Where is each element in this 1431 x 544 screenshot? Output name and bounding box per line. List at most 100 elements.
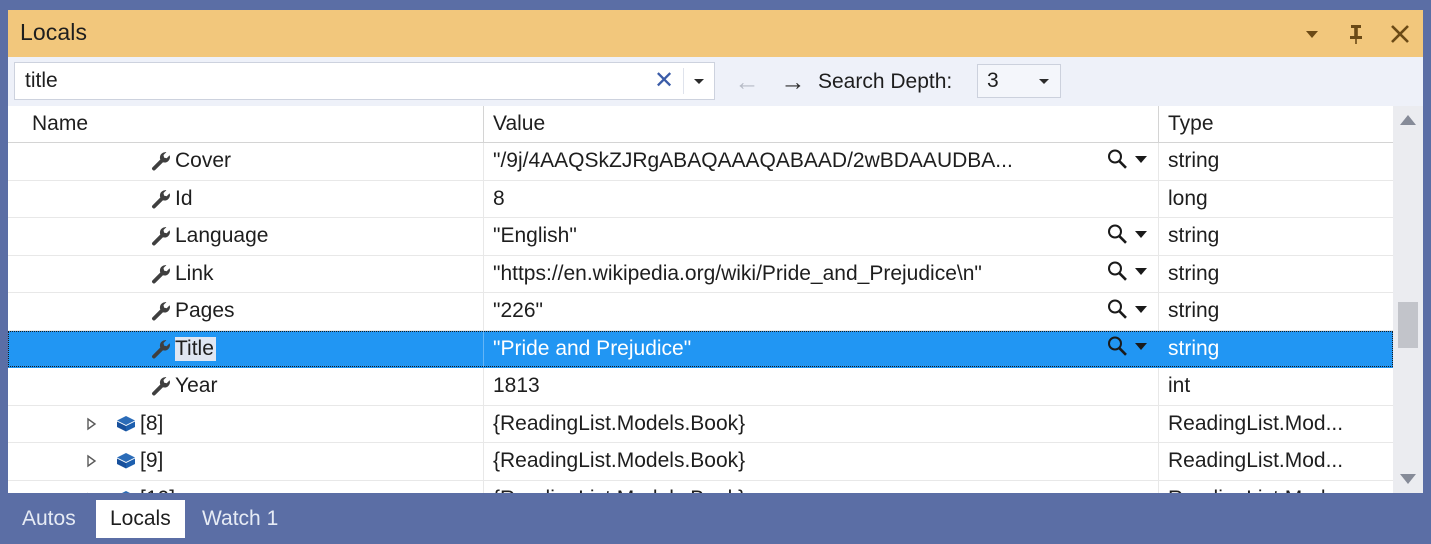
search-depth-value: 3 xyxy=(987,69,999,92)
search-input[interactable] xyxy=(15,63,645,99)
value-visualizer[interactable] xyxy=(1096,331,1158,368)
scrollbar-thumb[interactable] xyxy=(1398,302,1418,348)
visualizer-chevron-down-icon[interactable] xyxy=(1133,227,1149,246)
table-row[interactable]: Link "https://en.wikipedia.org/wiki/Pride… xyxy=(8,255,1393,293)
variable-name: Year xyxy=(175,374,218,398)
cell-value[interactable]: "226" xyxy=(483,293,1158,330)
cell-type: ReadingList.Mod... xyxy=(1158,405,1393,442)
magnifier-icon[interactable] xyxy=(1105,259,1129,288)
variable-value: "https://en.wikipedia.org/wiki/Pride_and… xyxy=(493,261,982,285)
expand-triangle-icon[interactable] xyxy=(80,481,102,493)
expand-triangle-icon[interactable] xyxy=(80,406,102,443)
magnifier-icon[interactable] xyxy=(1105,297,1129,326)
name-content: [8] xyxy=(112,406,165,443)
cell-name[interactable]: [9] xyxy=(8,443,483,480)
cell-name[interactable]: Link xyxy=(8,256,483,293)
cell-value[interactable]: "/9j/4AAQSkZJRgABAQAAAQABAAD/2wBDAAUDBA.… xyxy=(483,143,1158,180)
cell-type: string xyxy=(1158,218,1393,255)
table-row[interactable]: Year 1813 int xyxy=(8,368,1393,406)
table-row[interactable]: [10] {ReadingList.Models.Book} ReadingList… xyxy=(8,480,1393,493)
search-options-chevron-down-icon[interactable] xyxy=(684,63,714,99)
scroll-up-arrow-icon[interactable] xyxy=(1393,106,1423,134)
cell-value[interactable]: {ReadingList.Models.Book} xyxy=(483,480,1158,493)
vertical-scrollbar[interactable] xyxy=(1393,106,1423,493)
property-wrench-icon xyxy=(147,218,175,255)
property-wrench-icon xyxy=(147,256,175,293)
name-content: Pages xyxy=(147,293,237,330)
object-cube-icon xyxy=(112,406,140,443)
expand-triangle-icon[interactable] xyxy=(80,443,102,480)
search-depth-chevron-down-icon[interactable] xyxy=(1037,74,1060,88)
magnifier-icon[interactable] xyxy=(1105,147,1129,176)
clear-search-icon[interactable]: ✕ xyxy=(645,63,683,99)
variable-value: {ReadingList.Models.Book} xyxy=(484,487,1096,493)
variable-value: {ReadingList.Models.Book} xyxy=(493,449,746,473)
variable-name: Cover xyxy=(175,149,232,173)
variable-name: [10] xyxy=(140,487,177,493)
property-wrench-icon xyxy=(147,368,175,405)
visualizer-chevron-down-icon[interactable] xyxy=(1133,339,1149,358)
name-content: Cover xyxy=(147,143,233,180)
scroll-down-arrow-icon[interactable] xyxy=(1393,465,1423,493)
table-row[interactable]: Cover "/9j/4AAQSkZJRgABAQAAAQABAAD/2wBDAA… xyxy=(8,143,1393,181)
close-icon[interactable] xyxy=(1387,19,1413,49)
cell-type: ReadingList.Mod... xyxy=(1158,480,1393,493)
search-next-arrow-icon[interactable]: → xyxy=(776,69,810,95)
cell-value[interactable]: {ReadingList.Models.Book} xyxy=(483,443,1158,480)
cell-name[interactable]: [8] xyxy=(8,406,483,443)
variable-name: [8] xyxy=(140,411,164,435)
value-visualizer[interactable] xyxy=(1096,143,1158,180)
tab-autos[interactable]: Autos xyxy=(8,500,90,538)
cell-value[interactable]: "English" xyxy=(483,218,1158,255)
cell-value[interactable]: "Pride and Prejudice" xyxy=(483,330,1158,368)
search-toolbar: ✕ ← → Search Depth: 3 xyxy=(8,57,1423,106)
visualizer-chevron-down-icon[interactable] xyxy=(1133,152,1149,171)
table-row[interactable]: Pages "226" string xyxy=(8,293,1393,331)
column-header-value[interactable]: Value xyxy=(483,106,1158,142)
tab-watch-1[interactable]: Watch 1 xyxy=(188,500,292,538)
variables-grid: Name Value Type Cover "/9j/4AAQSkZJRgABAQ… xyxy=(8,106,1423,493)
visualizer-chevron-down-icon[interactable] xyxy=(1133,302,1149,321)
cell-name[interactable]: Title xyxy=(8,330,483,368)
cell-name[interactable]: Year xyxy=(8,368,483,405)
value-visualizer[interactable] xyxy=(1096,293,1158,330)
cell-value[interactable]: "https://en.wikipedia.org/wiki/Pride_and… xyxy=(483,255,1158,293)
variable-value: "226" xyxy=(493,299,543,323)
property-wrench-icon xyxy=(147,331,175,368)
column-header-name[interactable]: Name xyxy=(8,106,483,142)
value-visualizer[interactable] xyxy=(1096,218,1158,255)
property-wrench-icon xyxy=(147,293,175,330)
debugger-tabbar: Autos Locals Watch 1 xyxy=(0,494,1431,544)
cell-name[interactable]: Language xyxy=(8,218,483,255)
table-row[interactable]: [9] {ReadingList.Models.Book} ReadingList.… xyxy=(8,443,1393,481)
cell-name[interactable]: Id xyxy=(8,181,483,218)
visualizer-chevron-down-icon[interactable] xyxy=(1133,264,1149,283)
grid-header: Name Value Type xyxy=(8,106,1423,143)
table-row[interactable]: Language "English" string xyxy=(8,218,1393,256)
name-content: [10] xyxy=(112,481,177,493)
window-controls xyxy=(1299,10,1413,57)
table-row[interactable]: Id 8 long xyxy=(8,180,1393,218)
magnifier-icon[interactable] xyxy=(1105,334,1129,363)
search-previous-arrow-icon[interactable]: ← xyxy=(730,69,764,95)
cell-name[interactable]: Cover xyxy=(8,143,483,180)
cell-name[interactable]: Pages xyxy=(8,293,483,330)
column-header-type[interactable]: Type xyxy=(1158,106,1393,142)
cell-value[interactable]: 8 xyxy=(483,180,1158,217)
tab-locals[interactable]: Locals xyxy=(96,500,185,538)
cell-value[interactable]: 1813 xyxy=(483,368,1158,405)
table-row[interactable]: [8] {ReadingList.Models.Book} ReadingList.… xyxy=(8,405,1393,443)
window-title: Locals xyxy=(20,19,88,45)
table-row[interactable]: Title "Pride and Prejudice" string xyxy=(8,330,1393,368)
cell-value[interactable]: {ReadingList.Models.Book} xyxy=(483,405,1158,442)
magnifier-icon[interactable] xyxy=(1105,222,1129,251)
search-box[interactable]: ✕ xyxy=(14,62,715,100)
value-visualizer[interactable] xyxy=(1096,256,1158,293)
object-cube-icon xyxy=(112,443,140,480)
name-content: Title xyxy=(147,331,216,368)
chevron-down-icon[interactable] xyxy=(1299,19,1325,49)
pin-icon[interactable] xyxy=(1343,19,1369,49)
search-depth-combobox[interactable]: 3 xyxy=(977,64,1061,98)
cell-type: string xyxy=(1158,255,1393,292)
cell-name[interactable]: [10] xyxy=(8,481,483,493)
